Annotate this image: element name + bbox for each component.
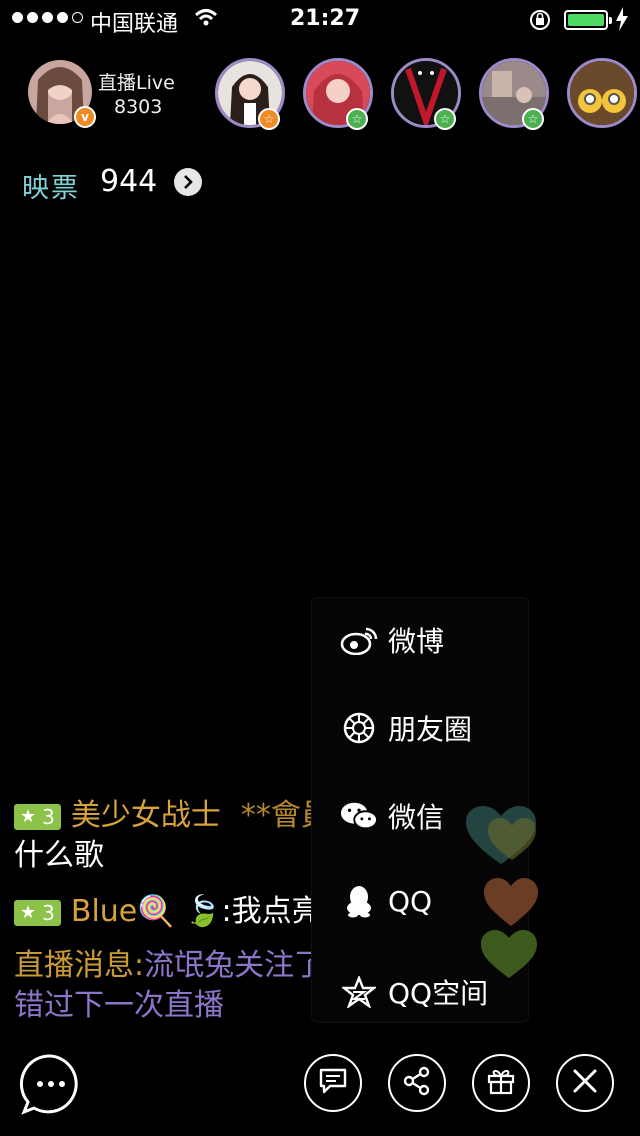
qq-icon — [340, 884, 378, 918]
share-wechat-label: 微信 — [388, 801, 445, 834]
share-weibo-label: 微博 — [388, 625, 445, 658]
user-level-badge: ★ 3 — [14, 899, 61, 926]
chat-message: ★ 3 Blue🍭 🍃:我点亮了 — [14, 886, 352, 930]
rotation-lock-icon — [528, 8, 552, 36]
share-button[interactable] — [388, 1054, 446, 1112]
star-badge-icon: ☆ — [346, 108, 368, 130]
chat-username: Blue🍭 🍃 — [70, 894, 222, 929]
host-name: 直播Live — [98, 72, 175, 94]
share-moments-label: 朋友圈 — [388, 713, 473, 746]
qzone-icon — [340, 975, 378, 1009]
star-badge-icon: ☆ — [522, 108, 544, 130]
viewer-avatar-5[interactable] — [567, 58, 637, 128]
carrier-name: 中国联通 — [90, 12, 179, 37]
gift-icon — [486, 1066, 516, 1100]
gift-button[interactable] — [472, 1054, 530, 1112]
battery-icon — [564, 10, 612, 30]
host-viewer-count: 8303 — [114, 96, 163, 118]
message-button[interactable] — [304, 1054, 362, 1112]
wifi-icon — [194, 8, 218, 32]
heart-icon — [482, 876, 540, 932]
charging-icon — [616, 7, 628, 35]
signal-strength-icon — [12, 12, 83, 23]
share-icon — [402, 1066, 432, 1100]
moments-icon — [340, 711, 378, 745]
ticket-label: 映票 — [22, 173, 80, 204]
ticket-value: 944 — [100, 164, 158, 199]
share-qzone-label: QQ空间 — [388, 977, 489, 1010]
chat-text: 什么歌 — [14, 838, 104, 873]
share-weibo[interactable]: 微博 — [340, 620, 444, 660]
star-badge-icon: ☆ — [434, 108, 456, 130]
system-message-prefix: 直播消息: — [14, 948, 145, 983]
message-icon — [318, 1067, 348, 1099]
wechat-icon — [340, 799, 378, 833]
status-time: 21:27 — [290, 6, 361, 31]
host-avatar[interactable]: v — [28, 60, 96, 128]
share-qq[interactable]: QQ — [340, 884, 432, 918]
heart-icon — [462, 804, 540, 872]
user-level-badge: ★ 3 — [14, 803, 61, 830]
heart-icon — [478, 928, 540, 984]
weibo-icon — [340, 623, 378, 657]
chat-bubble-icon[interactable] — [18, 1052, 84, 1122]
share-qq-label: QQ — [388, 884, 433, 918]
close-button[interactable] — [556, 1054, 614, 1112]
star-badge-icon: ☆ — [258, 108, 280, 130]
vip-badge-icon: v — [74, 106, 96, 128]
share-moments[interactable]: 朋友圈 — [340, 708, 472, 748]
share-qzone[interactable]: QQ空间 — [340, 972, 488, 1012]
close-icon — [572, 1068, 598, 1098]
status-bar: 中国联通 21:27 — [0, 0, 640, 40]
star-icon: ★ — [20, 902, 37, 923]
share-wechat[interactable]: 微信 — [340, 796, 444, 836]
star-icon: ★ — [20, 806, 37, 827]
chevron-right-icon[interactable] — [174, 168, 202, 196]
system-message-text-cont: 错过下一次直播 — [14, 988, 224, 1023]
chat-username: 美少女战士 — [70, 798, 221, 833]
